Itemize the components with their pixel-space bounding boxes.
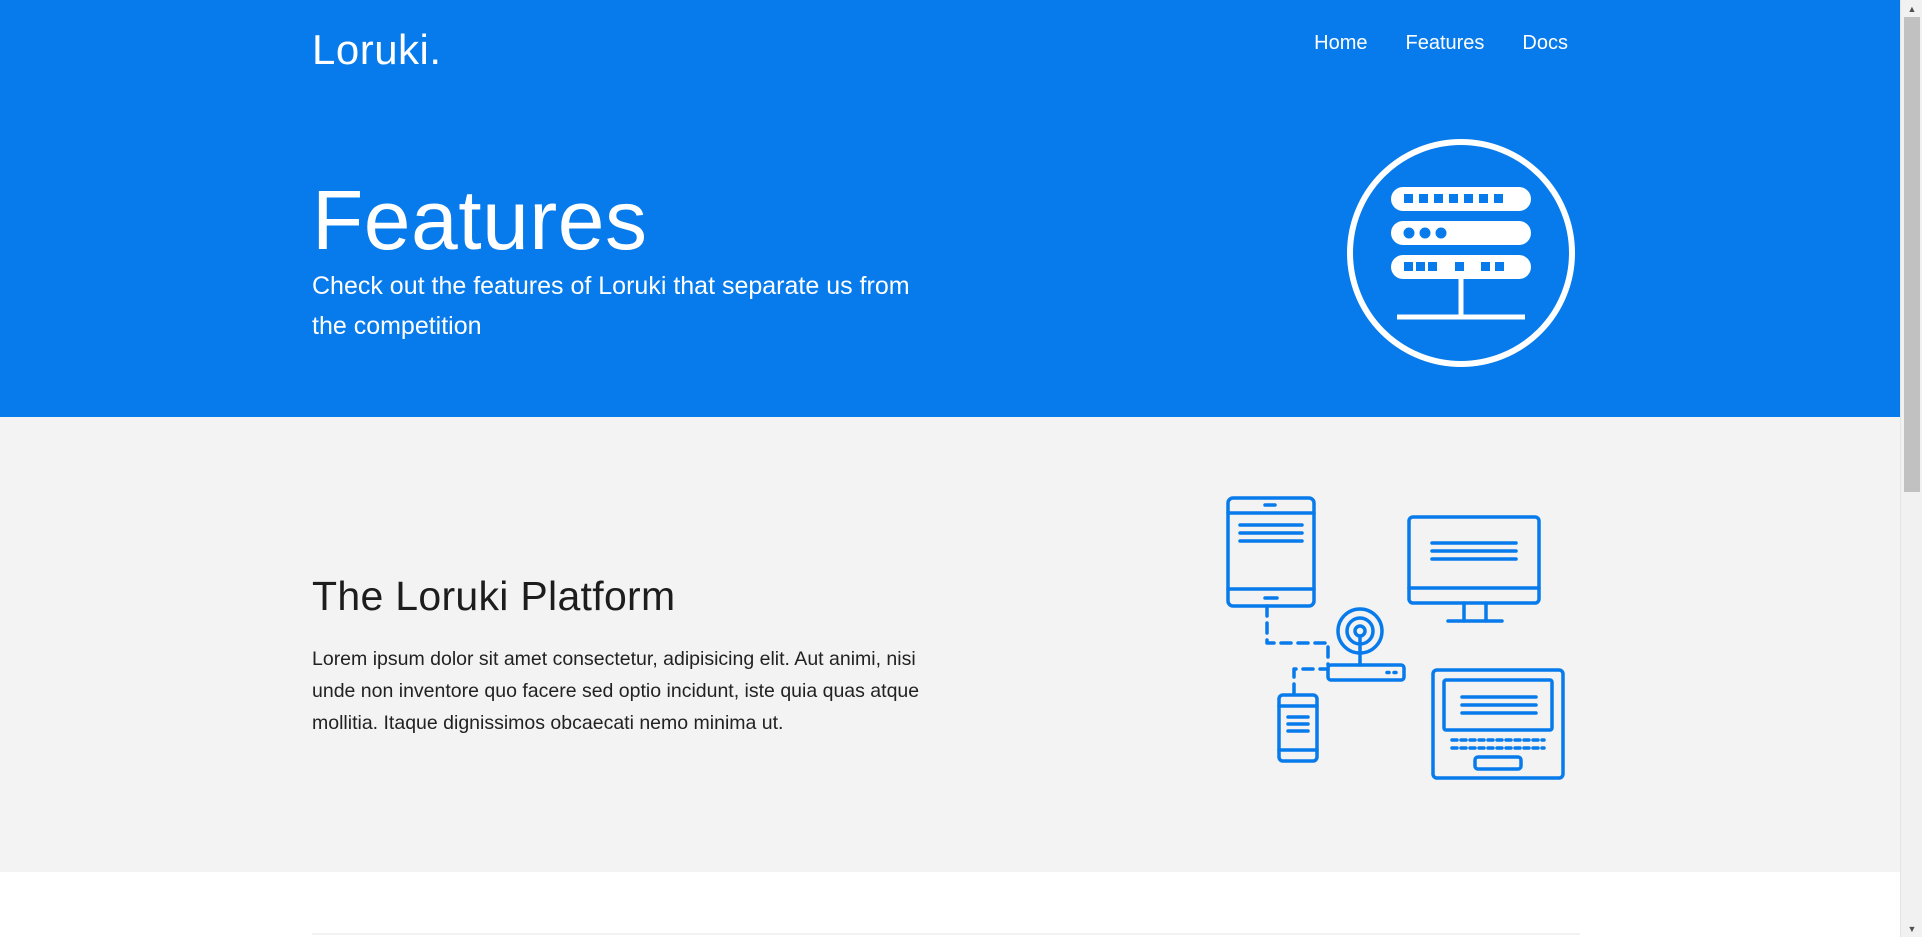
scrollbar-thumb[interactable] (1904, 17, 1920, 492)
site-logo[interactable]: Loruki. (312, 26, 442, 74)
vertical-scrollbar[interactable]: ▲ ▼ (1900, 0, 1922, 937)
platform-section: The Loruki Platform Lorem ipsum dolor si… (0, 417, 1900, 872)
navbar: Loruki. Home Features Docs (312, 0, 1568, 100)
server-icon (1347, 139, 1575, 367)
scroll-down-icon[interactable]: ▼ (1901, 920, 1922, 937)
hero-section: Loruki. Home Features Docs Features Chec… (0, 0, 1900, 417)
nav-link-home[interactable]: Home (1314, 32, 1367, 55)
hero-subtitle: Check out the features of Loruki that se… (312, 272, 910, 340)
scroll-up-icon[interactable]: ▲ (1901, 0, 1922, 17)
nav-links: Home Features Docs (1314, 32, 1568, 55)
next-section (0, 872, 1900, 937)
page: Loruki. Home Features Docs Features Chec… (0, 0, 1900, 937)
section-divider (312, 933, 1580, 935)
platform-description: Lorem ipsum dolor sit amet consectetur, … (312, 648, 920, 734)
nav-link-docs[interactable]: Docs (1522, 32, 1568, 55)
nav-link-features[interactable]: Features (1405, 32, 1484, 55)
network-devices-icon (1226, 496, 1565, 780)
